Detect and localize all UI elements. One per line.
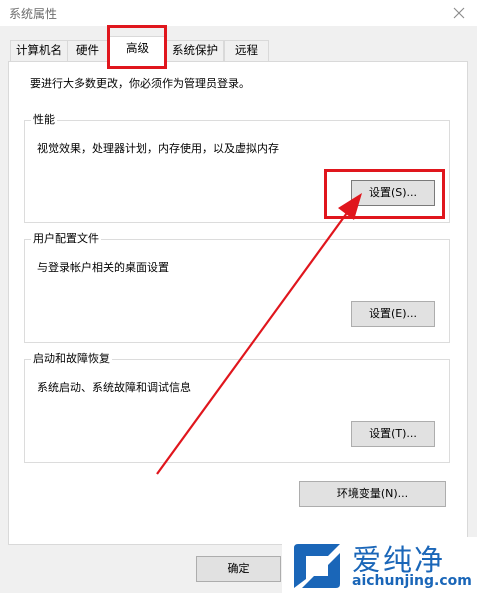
watermark: 爱纯净 aichunjing.com bbox=[282, 537, 477, 593]
watermark-url: aichunjing.com bbox=[352, 573, 472, 589]
annotation-arrow bbox=[156, 193, 362, 475]
watermark-logo-icon bbox=[288, 541, 346, 593]
